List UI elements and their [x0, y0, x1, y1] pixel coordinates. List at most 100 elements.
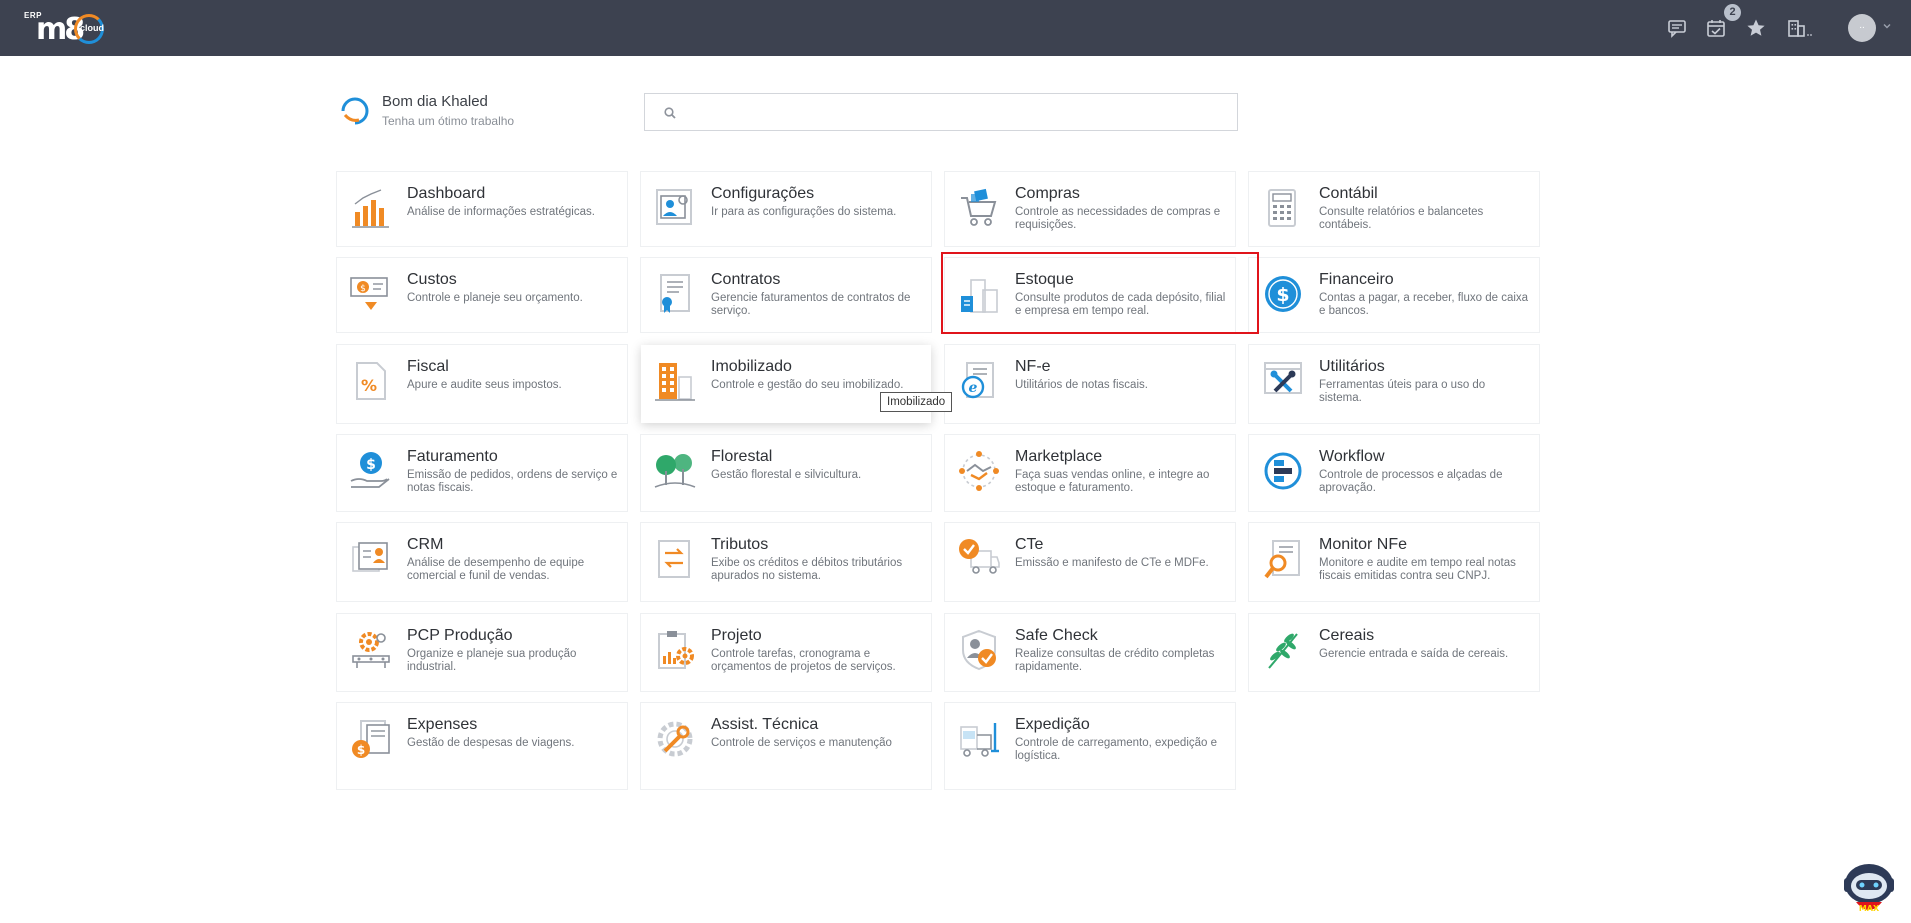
star-icon[interactable]: [1745, 17, 1767, 39]
module-card-dashboard[interactable]: Dashboard Análise de informações estratég…: [337, 172, 627, 246]
svg-text:%: %: [361, 376, 377, 395]
module-card-safe-check[interactable]: Safe Check Realize consultas de crédito c…: [945, 614, 1235, 691]
module-title: Workflow: [1319, 448, 1385, 465]
trees-icon: [653, 449, 697, 493]
shield-check-icon: [957, 628, 1001, 672]
module-card-cereais[interactable]: Cereais Gerencie entrada e saída de cerea…: [1249, 614, 1539, 691]
module-card-expedicao[interactable]: Expedição Controle de carregamento, exped…: [945, 703, 1235, 789]
module-description: Controle as necessidades de compras e re…: [1015, 206, 1221, 231]
module-description: Emissão e manifesto de CTe e MDFe.: [1015, 557, 1209, 569]
module-search-box: [644, 93, 1238, 131]
chevron-down-icon[interactable]: [1882, 21, 1892, 31]
module-description: Controle e gestão do seu imobilizado.: [711, 379, 904, 391]
greeting-title: Bom dia Khaled: [382, 93, 488, 110]
module-description: Exibe os créditos e débitos tributários …: [711, 557, 903, 582]
logo-cloud-text: cloud: [80, 23, 104, 33]
project-gear-icon: [653, 628, 697, 672]
search-icon: [663, 106, 677, 120]
module-title: Marketplace: [1015, 448, 1103, 465]
svg-text:$: $: [360, 284, 366, 294]
imobilizado-tooltip: Imobilizado: [880, 392, 953, 412]
module-card-expenses[interactable]: $ Expenses Gestão de despesas de viagens.: [337, 703, 627, 789]
assistant-label: MAX: [1859, 904, 1880, 913]
module-title: Contábil: [1319, 185, 1378, 202]
user-avatar[interactable]: ..: [1848, 14, 1876, 42]
module-title: Tributos: [711, 536, 769, 553]
module-description: Apure e audite seus impostos.: [407, 379, 562, 391]
greeting-logo-icon: [337, 91, 373, 127]
module-card-utilitarios[interactable]: Utilitários Ferramentas úteis para o uso …: [1249, 345, 1539, 423]
module-title: Compras: [1015, 185, 1080, 202]
calculator-icon: [1261, 186, 1305, 230]
crm-cards-icon: [349, 537, 393, 581]
billing-hand-icon: $: [349, 449, 393, 493]
m8-cloud-logo[interactable]: ERP m8 cloud: [22, 8, 122, 48]
module-description: Ir para as configurações do sistema.: [711, 206, 897, 218]
grain-icon: [1261, 628, 1305, 672]
module-description: Controle de serviços e manutenção: [711, 737, 892, 749]
module-card-financeiro[interactable]: $ Financeiro Contas a pagar, a receber, fl…: [1249, 258, 1539, 332]
module-card-faturamento[interactable]: $ Faturamento Emissão de pedidos, ordens d…: [337, 435, 627, 511]
module-description: Gerencie faturamentos de contratos de se…: [711, 292, 911, 317]
module-card-custos[interactable]: $ Custos Controle e planeje seu orçamento.: [337, 258, 627, 332]
notification-badge[interactable]: 2: [1724, 4, 1741, 21]
module-card-tributos[interactable]: Tributos Exibe os créditos e débitos trib…: [641, 523, 931, 601]
cost-icon: $: [349, 272, 393, 316]
contract-icon: [653, 272, 697, 316]
module-card-marketplace[interactable]: Marketplace Faça suas vendas online, e in…: [945, 435, 1235, 511]
max-assistant-robot-icon[interactable]: MAX: [1838, 856, 1900, 918]
module-card-compras[interactable]: Compras Controle as necessidades de compr…: [945, 172, 1235, 246]
module-title: Safe Check: [1015, 627, 1098, 644]
module-card-pcp-producao[interactable]: PCP Produção Organize e planeje sua produ…: [337, 614, 627, 691]
module-card-configuracoes[interactable]: Configurações Ir para as configurações do…: [641, 172, 931, 246]
module-title: Assist. Técnica: [711, 716, 819, 733]
building-icon[interactable]: [1786, 17, 1816, 39]
module-title: PCP Produção: [407, 627, 513, 644]
module-description: Gerencie entrada e saída de cereais.: [1319, 648, 1509, 660]
handshake-icon: [957, 449, 1001, 493]
module-title: Financeiro: [1319, 271, 1394, 288]
module-title: Utilitários: [1319, 358, 1385, 375]
module-title: Custos: [407, 271, 457, 288]
search-input[interactable]: [685, 102, 1225, 124]
shopping-cart-icon: [957, 186, 1001, 230]
module-card-crm[interactable]: CRM Análise de desempenho de equipe comer…: [337, 523, 627, 601]
module-description: Controle de carregamento, expedição e lo…: [1015, 737, 1218, 762]
module-card-contabil[interactable]: Contábil Consulte relatórios e balancetes…: [1249, 172, 1539, 246]
module-card-workflow[interactable]: Workflow Controle de processos e alçadas …: [1249, 435, 1539, 511]
module-card-florestal[interactable]: Florestal Gestão florestal e silvicultura…: [641, 435, 931, 511]
module-description: Monitore e audite em tempo real notas fi…: [1319, 557, 1516, 582]
module-title: Configurações: [711, 185, 815, 202]
module-description: Ferramentas úteis para o uso do sistema.: [1319, 379, 1486, 404]
module-title: NF-e: [1015, 358, 1051, 375]
module-title: Contratos: [711, 271, 781, 288]
chat-icon[interactable]: [1666, 17, 1688, 39]
module-description: Análise de informações estratégicas.: [407, 206, 595, 218]
module-card-nf-e[interactable]: e NF-e Utilitários de notas fiscais.: [945, 345, 1235, 423]
module-title: Imobilizado: [711, 358, 792, 375]
svg-text:$: $: [366, 457, 376, 473]
module-description: Utilitários de notas fiscais.: [1015, 379, 1148, 391]
building-asset-icon: [653, 359, 697, 403]
forklift-icon: [957, 717, 1001, 761]
module-card-monitor-nfe[interactable]: Monitor NFe Monitore e audite em tempo re…: [1249, 523, 1539, 601]
module-card-fiscal[interactable]: % Fiscal Apure e audite seus impostos.: [337, 345, 627, 423]
percent-document-icon: %: [349, 359, 393, 403]
module-title: Faturamento: [407, 448, 498, 465]
module-card-projeto[interactable]: Projeto Controle tarefas, cronograma e or…: [641, 614, 931, 691]
magnifier-document-icon: [1261, 537, 1305, 581]
module-title: Monitor NFe: [1319, 536, 1408, 553]
module-card-cte[interactable]: CTe Emissão e manifesto de CTe e MDFe.: [945, 523, 1235, 601]
module-description: Organize e planeje sua produção industri…: [407, 648, 577, 673]
calendar-check-icon[interactable]: [1705, 17, 1727, 39]
module-title: Fiscal: [407, 358, 449, 375]
module-title: CTe: [1015, 536, 1044, 553]
module-description: Faça suas vendas online, e integre ao es…: [1015, 469, 1210, 494]
module-card-contratos[interactable]: Contratos Gerencie faturamentos de contra…: [641, 258, 931, 332]
dollar-circle-icon: $: [1261, 272, 1305, 316]
tools-icon: [1261, 359, 1305, 403]
module-description: Controle tarefas, cronograma e orçamento…: [711, 648, 896, 673]
module-description: Gestão de despesas de viagens.: [407, 737, 575, 749]
module-card-assist-tecnica[interactable]: Assist. Técnica Controle de serviços e ma…: [641, 703, 931, 789]
module-title: Expenses: [407, 716, 478, 733]
